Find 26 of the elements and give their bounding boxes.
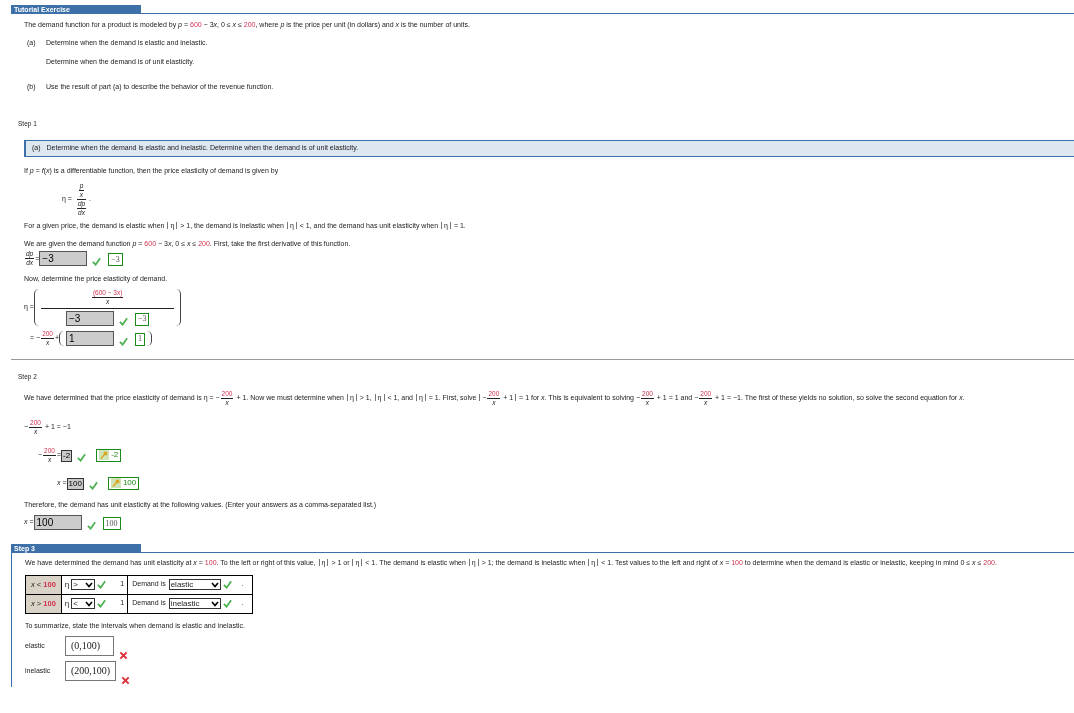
dropdown[interactable]: < bbox=[71, 598, 96, 609]
answer-key: −3 bbox=[108, 253, 123, 267]
answer-key: -2 bbox=[96, 448, 122, 462]
dropdown[interactable]: inelastic bbox=[168, 598, 221, 609]
answer-field[interactable]: (200,100) bbox=[65, 661, 117, 681]
chevron-icon bbox=[85, 600, 94, 607]
dropdown[interactable]: > bbox=[71, 579, 96, 590]
math-text: η bbox=[64, 597, 70, 610]
answer-field[interactable]: 1 bbox=[66, 330, 115, 346]
dropdown[interactable]: elastic bbox=[168, 579, 221, 590]
answer-field[interactable]: 100 bbox=[66, 477, 84, 490]
answer-field[interactable]: −3 bbox=[39, 251, 88, 267]
answer-key: −3 bbox=[134, 312, 150, 326]
answer-field[interactable]: -2 bbox=[61, 449, 73, 462]
chevron-icon bbox=[85, 581, 94, 588]
answer-field[interactable]: 100 bbox=[33, 515, 82, 530]
answer-field[interactable]: (0,100) bbox=[65, 636, 114, 656]
answer-key: 100 bbox=[107, 476, 140, 490]
answer-key: 1 bbox=[135, 332, 146, 346]
chevron-icon bbox=[210, 581, 219, 588]
chevron-icon bbox=[210, 600, 219, 607]
key-icon bbox=[110, 478, 121, 488]
answer-field[interactable]: −3 bbox=[65, 310, 114, 326]
key-icon bbox=[99, 450, 110, 460]
answer-key: 100 bbox=[102, 517, 121, 530]
math-text: η bbox=[64, 578, 70, 591]
